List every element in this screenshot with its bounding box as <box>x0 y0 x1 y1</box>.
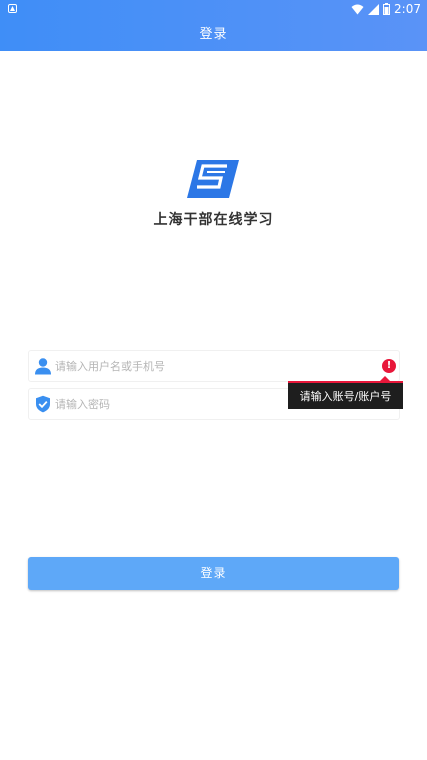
status-icons: 2:07 <box>351 1 421 17</box>
user-icon <box>35 358 51 375</box>
wifi-icon <box>351 4 364 14</box>
error-icon: ! <box>382 359 396 373</box>
battery-icon <box>383 3 391 15</box>
shield-check-icon <box>36 395 50 413</box>
app-name: 上海干部在线学习 <box>153 212 274 228</box>
status-time: 2:07 <box>394 2 421 16</box>
notification-icon <box>8 4 17 13</box>
error-tooltip: 请输入账号/账户号 <box>288 376 403 409</box>
username-field: ! <box>28 350 400 382</box>
app-header: 2:07 登录 <box>0 0 427 51</box>
login-button[interactable]: 登录 <box>28 557 399 590</box>
status-bar: 2:07 <box>0 0 427 18</box>
signal-icon <box>368 3 380 15</box>
username-input[interactable] <box>55 351 375 381</box>
page-title: 登录 <box>199 27 228 42</box>
app-logo <box>187 160 239 198</box>
